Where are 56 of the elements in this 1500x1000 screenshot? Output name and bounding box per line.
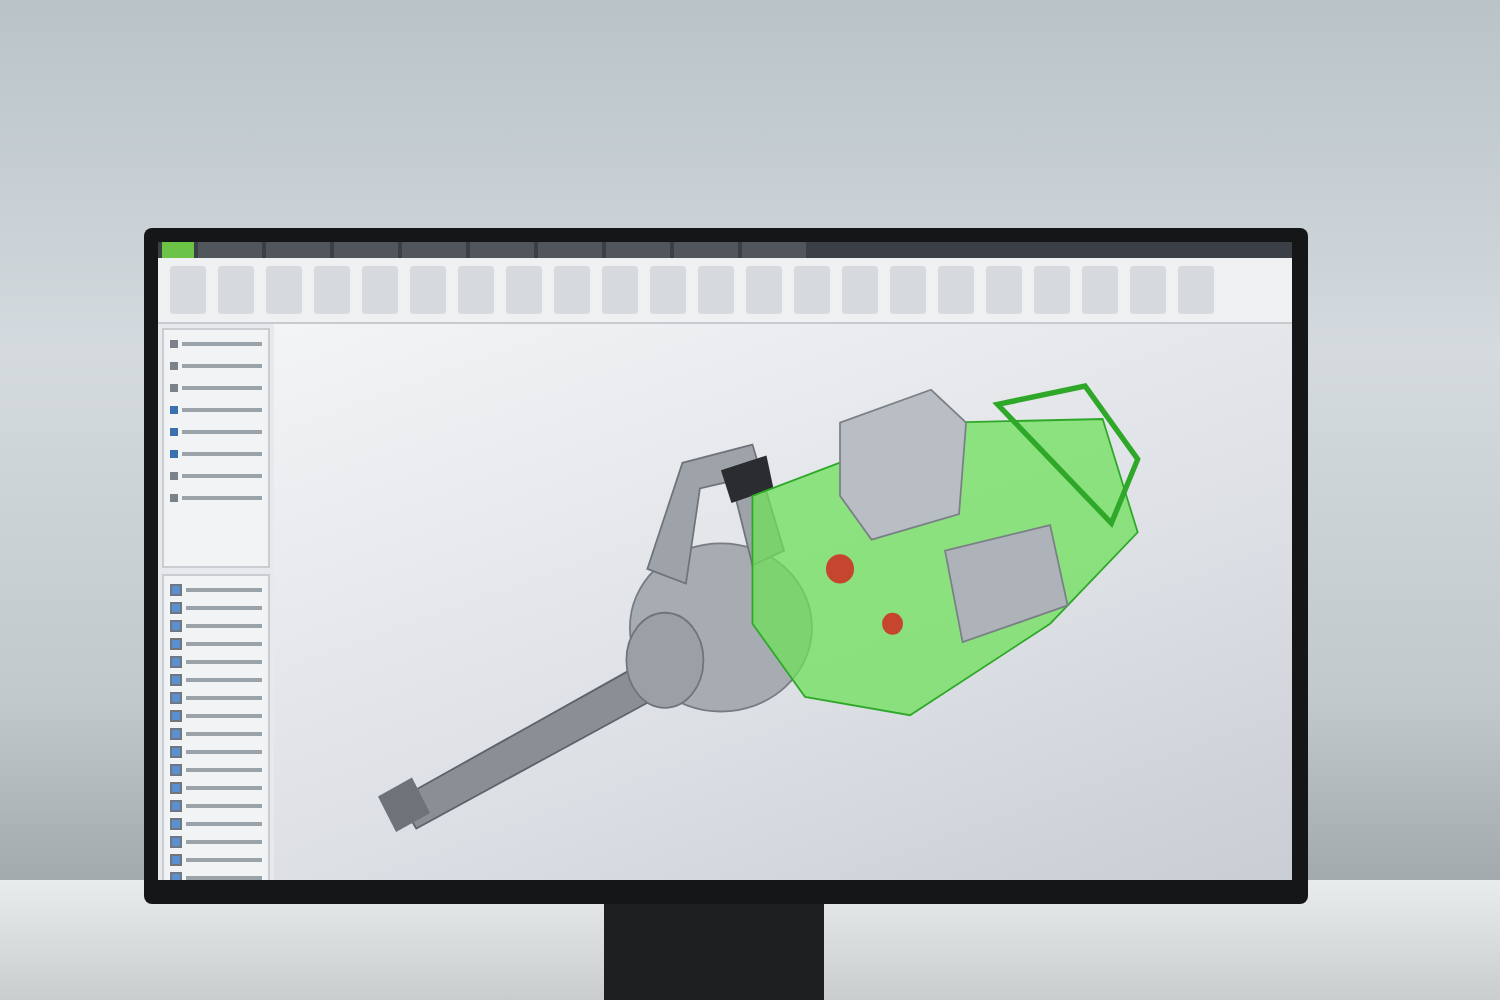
ribbon-tab[interactable] (266, 242, 330, 258)
checkbox[interactable] (170, 764, 182, 776)
tool-icon[interactable] (890, 266, 926, 314)
tool-icon[interactable] (746, 266, 782, 314)
checkbox[interactable] (170, 836, 182, 848)
checkbox[interactable] (170, 638, 182, 650)
expand-icon[interactable] (170, 340, 178, 348)
tool-icon[interactable] (314, 266, 350, 314)
checkbox[interactable] (170, 656, 182, 668)
checkbox[interactable] (170, 674, 182, 686)
expand-icon[interactable] (170, 472, 178, 480)
checkbox[interactable] (170, 584, 182, 596)
tool-icon[interactable] (1082, 266, 1118, 314)
tool-icon[interactable] (362, 266, 398, 314)
checkbox[interactable] (170, 710, 182, 722)
ribbon-tab[interactable] (402, 242, 466, 258)
tool-icon[interactable] (986, 266, 1022, 314)
expand-icon[interactable] (170, 494, 178, 502)
tool-icon[interactable] (410, 266, 446, 314)
ribbon-tab[interactable] (334, 242, 398, 258)
ribbon-tab[interactable] (162, 242, 194, 258)
ribbon-tab[interactable] (198, 242, 262, 258)
tool-icon[interactable] (458, 266, 494, 314)
ribbon-tab[interactable] (470, 242, 534, 258)
tool-icon[interactable] (506, 266, 542, 314)
checkbox[interactable] (170, 800, 182, 812)
tool-icon[interactable] (794, 266, 830, 314)
tool-icon[interactable] (1178, 266, 1214, 314)
checkbox[interactable] (170, 692, 182, 704)
expand-icon[interactable] (170, 362, 178, 370)
checkbox[interactable] (170, 782, 182, 794)
checkbox[interactable] (170, 818, 182, 830)
tool-icon[interactable] (266, 266, 302, 314)
ribbon-tab[interactable] (742, 242, 806, 258)
checkbox[interactable] (170, 728, 182, 740)
tool-icon[interactable] (554, 266, 590, 314)
checkbox[interactable] (170, 620, 182, 632)
checkbox[interactable] (170, 602, 182, 614)
expand-icon[interactable] (170, 428, 178, 436)
tool-icon[interactable] (602, 266, 638, 314)
checkbox[interactable] (170, 854, 182, 866)
ribbon-tab[interactable] (606, 242, 670, 258)
expand-icon[interactable] (170, 406, 178, 414)
tool-icon[interactable] (170, 266, 206, 314)
checkbox[interactable] (170, 746, 182, 758)
tool-icon[interactable] (938, 266, 974, 314)
tool-icon[interactable] (1130, 266, 1166, 314)
tool-icon[interactable] (650, 266, 686, 314)
expand-icon[interactable] (170, 450, 178, 458)
ribbon-tab[interactable] (538, 242, 602, 258)
tool-icon[interactable] (698, 266, 734, 314)
tool-icon[interactable] (1034, 266, 1070, 314)
tool-icon[interactable] (842, 266, 878, 314)
ribbon-tab[interactable] (674, 242, 738, 258)
tool-icon[interactable] (218, 266, 254, 314)
expand-icon[interactable] (170, 384, 178, 392)
